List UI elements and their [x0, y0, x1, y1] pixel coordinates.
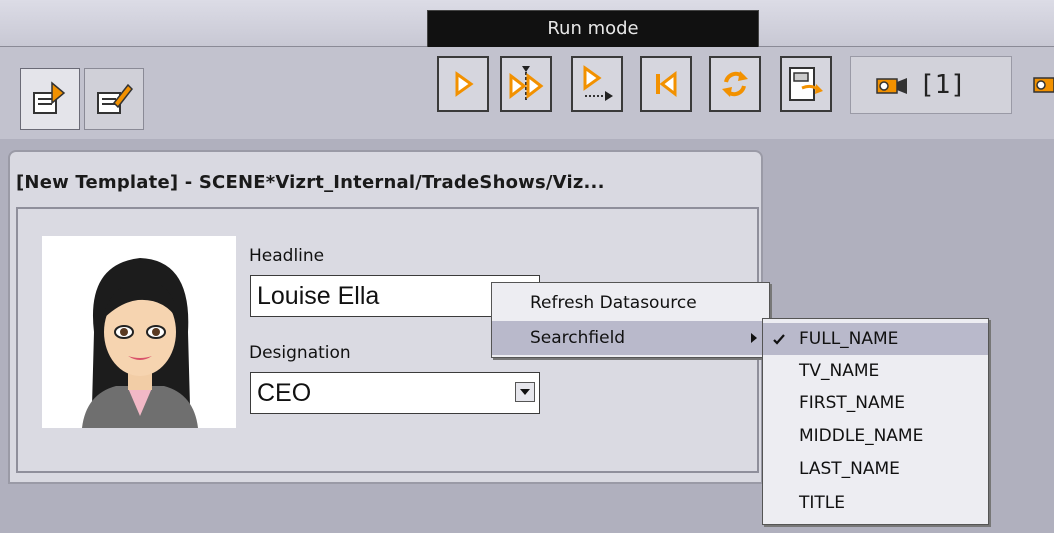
- mode-tab[interactable]: Run mode: [427, 10, 759, 48]
- camera-icon: [876, 78, 907, 94]
- step-play-button[interactable]: [500, 56, 552, 112]
- submenu-item-middle-name[interactable]: MIDDLE_NAME: [763, 420, 988, 452]
- run-edit-icon: [33, 81, 66, 114]
- submenu-arrow-icon: [751, 333, 757, 343]
- submenu-item-label: LAST_NAME: [799, 459, 900, 479]
- avatar: [42, 236, 236, 428]
- designation-select[interactable]: CEO: [250, 372, 540, 414]
- edit-template-icon: [97, 83, 133, 114]
- submenu-item-title[interactable]: TITLE: [763, 487, 988, 519]
- export-button[interactable]: [780, 56, 832, 112]
- menu-item-label: Searchfield: [530, 328, 626, 348]
- camera-icon-partial[interactable]: [1032, 72, 1054, 96]
- submenu-item-full-name[interactable]: FULL_NAME: [763, 323, 988, 355]
- edit-template-button[interactable]: [84, 68, 144, 130]
- panel-title: [New Template] - SCENE*Vizrt_Internal/Tr…: [16, 172, 605, 193]
- play-to-end-button[interactable]: [571, 56, 623, 112]
- step-play-icon: [509, 66, 544, 100]
- menu-item-searchfield[interactable]: Searchfield: [492, 321, 769, 355]
- submenu-item-label: MIDDLE_NAME: [799, 426, 924, 446]
- submenu-item-last-name[interactable]: LAST_NAME: [763, 453, 988, 485]
- chevron-down-icon: [520, 389, 530, 395]
- menu-item-label: Refresh Datasource: [530, 293, 697, 313]
- submenu-item-tv-name[interactable]: TV_NAME: [763, 355, 988, 387]
- submenu-item-label: TITLE: [799, 493, 845, 513]
- menu-item-refresh-datasource[interactable]: Refresh Datasource: [492, 287, 769, 319]
- submenu-item-label: FULL_NAME: [799, 329, 899, 349]
- designation-value: CEO: [257, 379, 312, 407]
- submenu-item-label: FIRST_NAME: [799, 393, 906, 413]
- run-edit-button[interactable]: [20, 68, 80, 130]
- play-to-end-icon: [583, 65, 613, 101]
- export-icon: [789, 67, 823, 101]
- designation-label: Designation: [249, 343, 351, 363]
- play-icon: [455, 71, 474, 97]
- play-button[interactable]: [437, 56, 489, 112]
- check-icon: [773, 334, 785, 345]
- dropdown-arrow-button[interactable]: [515, 382, 535, 402]
- rewind-icon: [656, 70, 677, 98]
- camera-selector[interactable]: [1]: [850, 56, 1012, 114]
- refresh-button[interactable]: [709, 56, 761, 112]
- context-menu: Refresh Datasource Searchfield: [491, 282, 770, 358]
- submenu-item-label: TV_NAME: [799, 361, 880, 381]
- refresh-icon: [722, 71, 748, 97]
- searchfield-submenu: FULL_NAME TV_NAME FIRST_NAME MIDDLE_NAME…: [762, 318, 989, 525]
- rewind-button[interactable]: [640, 56, 692, 112]
- camera-number: [1]: [919, 70, 966, 100]
- headline-label: Headline: [249, 246, 325, 266]
- submenu-item-first-name[interactable]: FIRST_NAME: [763, 387, 988, 419]
